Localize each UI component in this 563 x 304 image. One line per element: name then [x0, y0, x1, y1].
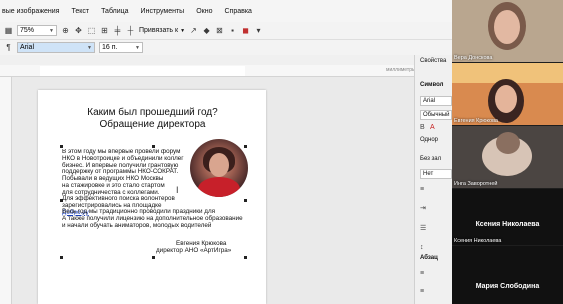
- shadow-icon[interactable]: ▪: [228, 26, 237, 35]
- align-left-icon[interactable]: ≡: [420, 270, 428, 278]
- bold-icon[interactable]: B: [420, 124, 428, 132]
- align-center-icon[interactable]: ≡: [420, 288, 428, 296]
- slide-title-line2: Обращение директора: [99, 119, 206, 130]
- participant-tile[interactable]: Вера Донскова: [452, 0, 563, 62]
- more-icon[interactable]: ▾: [254, 26, 263, 35]
- menu-item-text[interactable]: Текст: [71, 8, 89, 15]
- zoom-combo[interactable]: 75% ▼: [17, 25, 57, 36]
- pan-icon[interactable]: ✥: [74, 26, 83, 35]
- line-spacing-icon[interactable]: ↕: [420, 244, 428, 252]
- sidebar-properties-label: Свойства: [420, 58, 447, 64]
- font-name-value: Arial: [20, 44, 35, 51]
- chevron-down-icon: ▼: [135, 44, 140, 51]
- sidebar-no-fill-label[interactable]: Без зал: [420, 156, 441, 162]
- font-color-icon[interactable]: A: [430, 124, 438, 132]
- participant-tile[interactable]: Инга Заворотней: [452, 126, 563, 188]
- helplines-icon[interactable]: ┼: [126, 26, 135, 35]
- slide-body-text[interactable]: В этом году мы впервые провели форум НКО…: [62, 149, 192, 217]
- selection-handle[interactable]: [60, 145, 63, 148]
- menu-item-window[interactable]: Окно: [196, 8, 212, 15]
- selection-handle[interactable]: [152, 256, 155, 259]
- body-line: и начали обучать аниматоров, молодых вод…: [62, 221, 212, 229]
- participant-name: Ксения Николаева: [454, 238, 502, 244]
- signature-role: директор АНО «АртИгра»: [156, 247, 232, 254]
- properties-sidebar: [414, 55, 452, 304]
- chevron-down-icon: ▼: [180, 27, 186, 34]
- director-photo[interactable]: [190, 139, 248, 197]
- points-icon[interactable]: ◆: [202, 26, 211, 35]
- menu-bar: вые изображения Текст Таблица Инструмент…: [0, 0, 452, 22]
- participant-tile[interactable]: Ксения Николаева Ксения Николаева: [452, 189, 563, 245]
- guides-icon[interactable]: ╪: [113, 26, 122, 35]
- participant-big-label: Ксения Николаева: [475, 221, 540, 228]
- ruler-text-area: [40, 66, 245, 76]
- participant-big-label: Мария Слободина: [475, 283, 540, 290]
- select-icon[interactable]: ⬚: [87, 26, 96, 35]
- selection-handle[interactable]: [244, 199, 247, 202]
- ruler-unit-label: миллиметры: [386, 67, 416, 73]
- selection-handle[interactable]: [152, 145, 155, 148]
- selection-handle[interactable]: [244, 256, 247, 259]
- participant-face: [496, 132, 520, 154]
- snap-label: Привязать к: [139, 27, 179, 34]
- sidebar-style-combo[interactable]: Обычный: [420, 110, 452, 120]
- arrow-icon[interactable]: ↗: [189, 26, 198, 35]
- formatting-toolbar: ¶ Arial ▼ 16 п. ▼: [0, 40, 452, 55]
- paragraph-style-icon[interactable]: ¶: [4, 43, 13, 52]
- standard-toolbar: ▦ 75% ▼ ⊕ ✥ ⬚ ⊞ ╪ ┼ Привязать к ▼ ↗ ◆ ⊠ …: [0, 22, 452, 40]
- chevron-down-icon: ▼: [49, 27, 54, 34]
- snap-to-dropdown[interactable]: Привязать к ▼: [139, 27, 185, 34]
- menu-item-images[interactable]: вые изображения: [2, 8, 59, 15]
- participant-tile[interactable]: Евгения Крюкова: [452, 63, 563, 125]
- participant-name: Евгения Крюкова: [454, 118, 498, 124]
- font-size-value: 16 п.: [102, 44, 118, 51]
- photo-dress: [198, 177, 240, 197]
- sidebar-font-combo[interactable]: Arial: [420, 96, 452, 106]
- sidebar-none-combo[interactable]: Нет: [420, 169, 452, 179]
- menu-item-table[interactable]: Таблица: [101, 8, 128, 15]
- participant-name: Вера Донскова: [454, 55, 493, 61]
- font-name-combo[interactable]: Arial ▼: [17, 42, 95, 53]
- participant-tile[interactable]: Мария Слободина: [452, 246, 563, 304]
- text-cursor-icon: I: [176, 185, 179, 195]
- snap-grid-icon[interactable]: ⊞: [100, 26, 109, 35]
- sidebar-symbol-header[interactable]: Символ: [420, 82, 443, 88]
- photo-face: [209, 153, 229, 177]
- indent-icon[interactable]: ⇥: [420, 205, 428, 213]
- spacing-icon[interactable]: ≡: [420, 186, 428, 194]
- zoom-in-icon[interactable]: ⊕: [61, 26, 70, 35]
- grid-icon[interactable]: ▦: [4, 26, 13, 35]
- color-icon[interactable]: ◼: [241, 26, 250, 35]
- menu-item-help[interactable]: Справка: [224, 8, 251, 15]
- writer-app-window: вые изображения Текст Таблица Инструмент…: [0, 0, 452, 304]
- menu-item-tools[interactable]: Инструменты: [141, 8, 185, 15]
- participant-face: [494, 10, 520, 44]
- slide-body-text-wide[interactable]: Весь год мы традиционно проводили праздн…: [62, 208, 262, 229]
- sidebar-single-label[interactable]: Однор: [420, 137, 438, 143]
- list-icon[interactable]: ☰: [420, 225, 428, 233]
- font-size-combo[interactable]: 16 п. ▼: [99, 42, 143, 53]
- sidebar-paragraph-header[interactable]: Абзац: [420, 255, 438, 261]
- chevron-down-icon: ▼: [87, 44, 92, 51]
- selection-handle[interactable]: [244, 145, 247, 148]
- selection-handle[interactable]: [60, 256, 63, 259]
- slide-title-line1: Каким был прошедший год?: [87, 107, 218, 118]
- zoom-value: 75%: [20, 27, 35, 34]
- glue-points-icon[interactable]: ⊠: [215, 26, 224, 35]
- participant-face: [495, 85, 517, 113]
- participant-name: Инга Заворотней: [454, 181, 498, 187]
- signature-name: Евгения Крюкова: [176, 240, 227, 247]
- slide-title[interactable]: Каким был прошедший год? Обращение дирек…: [0, 107, 305, 131]
